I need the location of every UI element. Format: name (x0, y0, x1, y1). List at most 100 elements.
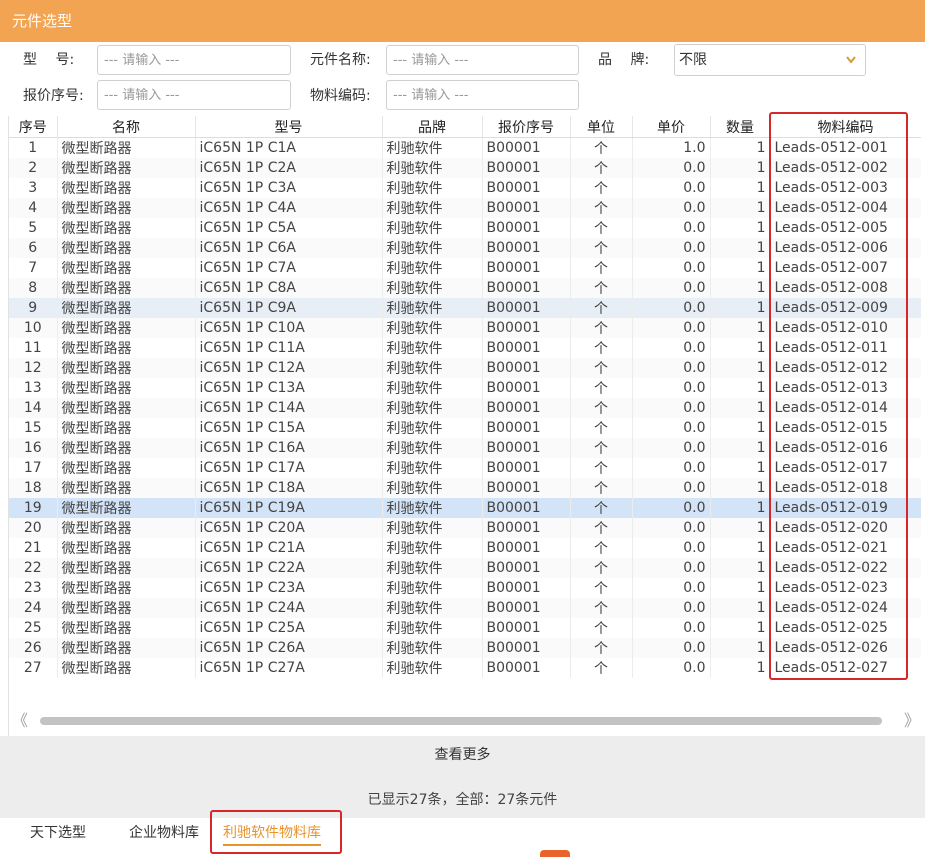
brand-select[interactable]: 不限 (674, 44, 866, 76)
table-row[interactable]: 4 微型断路器 iC65N 1P C4A 利驰软件 B00001 个 0.0 1 Leads-0… (9, 198, 921, 218)
table-row[interactable]: 14 微型断路器 iC65N 1P C14A 利驰软件 B00001 个 0.0 1 Leads… (9, 398, 921, 418)
cell-unit: 个 (570, 578, 633, 598)
tab-enterprise-library[interactable]: 企业物料库 (129, 822, 199, 844)
cell-unit-price: 0.0 (632, 578, 711, 598)
cell-material-code: Leads-0512-004 (770, 198, 921, 218)
cell-index: 1 (9, 137, 58, 158)
scrollbar-thumb[interactable] (40, 717, 882, 725)
cell-unit: 个 (570, 218, 633, 238)
cell-brand: 利驰软件 (382, 198, 483, 218)
table-row[interactable]: 13 微型断路器 iC65N 1P C13A 利驰软件 B00001 个 0.0 1 Leads… (9, 378, 921, 398)
table-row[interactable]: 18 微型断路器 iC65N 1P C18A 利驰软件 B00001 个 0.0 1 Leads… (9, 478, 921, 498)
header-name[interactable]: 名称 (57, 116, 196, 138)
table-row[interactable]: 12 微型断路器 iC65N 1P C12A 利驰软件 B00001 个 0.0 1 Leads… (9, 358, 921, 378)
quote-number-input[interactable] (97, 80, 291, 110)
table-header-row: 序号 名称 型号 品牌 报价序号 单位 单价 数量 物料编码 (9, 116, 921, 138)
table-row[interactable]: 27 微型断路器 iC65N 1P C27A 利驰软件 B00001 个 0.0 1 Leads… (9, 658, 921, 678)
cell-unit: 个 (570, 538, 633, 558)
cell-index: 6 (9, 238, 58, 258)
cell-material-code: Leads-0512-008 (770, 278, 921, 298)
cell-quote-number: B00001 (482, 578, 571, 598)
component-name-input[interactable] (386, 45, 579, 75)
cell-name: 微型断路器 (57, 318, 196, 338)
table-row[interactable]: 26 微型断路器 iC65N 1P C26A 利驰软件 B00001 个 0.0 1 Leads… (9, 638, 921, 658)
table-row[interactable]: 9 微型断路器 iC65N 1P C9A 利驰软件 B00001 个 0.0 1 Leads-0… (9, 298, 921, 318)
table-row[interactable]: 1 微型断路器 iC65N 1P C1A 利驰软件 B00001 个 1.0 1 Leads-0… (9, 137, 921, 158)
header-model[interactable]: 型号 (195, 116, 383, 138)
table-row[interactable]: 17 微型断路器 iC65N 1P C17A 利驰软件 B00001 个 0.0 1 Leads… (9, 458, 921, 478)
cell-model: iC65N 1P C25A (195, 618, 383, 638)
cell-quantity: 1 (710, 438, 771, 458)
cell-brand: 利驰软件 (382, 318, 483, 338)
cell-name: 微型断路器 (57, 298, 196, 318)
table-row[interactable]: 16 微型断路器 iC65N 1P C16A 利驰软件 B00001 个 0.0 1 Leads… (9, 438, 921, 458)
table-row[interactable]: 22 微型断路器 iC65N 1P C22A 利驰软件 B00001 个 0.0 1 Leads… (9, 558, 921, 578)
tab-tianxia-selection[interactable]: 天下选型 (30, 822, 86, 844)
table-row[interactable]: 21 微型断路器 iC65N 1P C21A 利驰软件 B00001 个 0.0 1 Leads… (9, 538, 921, 558)
table-row[interactable]: 6 微型断路器 iC65N 1P C6A 利驰软件 B00001 个 0.0 1 Leads-0… (9, 238, 921, 258)
cell-unit: 个 (570, 278, 633, 298)
cell-unit-price: 0.0 (632, 518, 711, 538)
cell-unit: 个 (570, 558, 633, 578)
cell-model: iC65N 1P C11A (195, 338, 383, 358)
cell-unit: 个 (570, 318, 633, 338)
table-row[interactable]: 20 微型断路器 iC65N 1P C20A 利驰软件 B00001 个 0.0 1 Leads… (9, 518, 921, 538)
chevron-down-icon (845, 45, 857, 86)
header-brand[interactable]: 品牌 (382, 116, 483, 138)
scroll-right-icon[interactable]: 》 (904, 710, 920, 732)
cell-name: 微型断路器 (57, 458, 196, 478)
table-row[interactable]: 23 微型断路器 iC65N 1P C23A 利驰软件 B00001 个 0.0 1 Leads… (9, 578, 921, 598)
cell-model: iC65N 1P C7A (195, 258, 383, 278)
header-material-code[interactable]: 物料编码 (770, 116, 921, 138)
cell-quantity: 1 (710, 358, 771, 378)
model-input[interactable] (97, 45, 291, 75)
cell-quantity: 1 (710, 478, 771, 498)
table-row[interactable]: 3 微型断路器 iC65N 1P C3A 利驰软件 B00001 个 0.0 1 Leads-0… (9, 178, 921, 198)
cell-unit-price: 0.0 (632, 198, 711, 218)
cell-quote-number: B00001 (482, 318, 571, 338)
table-row[interactable]: 5 微型断路器 iC65N 1P C5A 利驰软件 B00001 个 0.0 1 Leads-0… (9, 218, 921, 238)
table-row[interactable]: 8 微型断路器 iC65N 1P C8A 利驰软件 B00001 个 0.0 1 Leads-0… (9, 278, 921, 298)
table-row[interactable]: 19 微型断路器 iC65N 1P C19A 利驰软件 B00001 个 0.0 1 Leads… (9, 498, 921, 518)
view-more-button[interactable]: 查看更多 (0, 744, 925, 766)
table-row[interactable]: 15 微型断路器 iC65N 1P C15A 利驰软件 B00001 个 0.0 1 Leads… (9, 418, 921, 438)
cell-quantity: 1 (710, 218, 771, 238)
table-row[interactable]: 7 微型断路器 iC65N 1P C7A 利驰软件 B00001 个 0.0 1 Leads-0… (9, 258, 921, 278)
horizontal-scrollbar[interactable]: 《 》 (8, 710, 920, 732)
cell-name: 微型断路器 (57, 198, 196, 218)
table-row[interactable]: 24 微型断路器 iC65N 1P C24A 利驰软件 B00001 个 0.0 1 Leads… (9, 598, 921, 618)
cell-unit: 个 (570, 618, 633, 638)
cell-name: 微型断路器 (57, 498, 196, 518)
cell-brand: 利驰软件 (382, 618, 483, 638)
cell-quantity: 1 (710, 298, 771, 318)
cell-index: 26 (9, 638, 58, 658)
cell-unit-price: 0.0 (632, 358, 711, 378)
table-row[interactable]: 2 微型断路器 iC65N 1P C2A 利驰软件 B00001 个 0.0 1 Leads-0… (9, 158, 921, 178)
table-row[interactable]: 11 微型断路器 iC65N 1P C11A 利驰软件 B00001 个 0.0 1 Leads… (9, 338, 921, 358)
material-code-input[interactable] (386, 80, 579, 110)
cell-name: 微型断路器 (57, 218, 196, 238)
cell-index: 3 (9, 178, 58, 198)
header-index[interactable]: 序号 (9, 116, 58, 138)
cell-material-code: Leads-0512-020 (770, 518, 921, 538)
footer-panel: 查看更多 已显示27条，全部：27条元件 (0, 736, 925, 818)
cell-name: 微型断路器 (57, 338, 196, 358)
tab-lichi-library[interactable]: 利驰软件物料库 (223, 822, 321, 846)
header-unit[interactable]: 单位 (570, 116, 633, 138)
cell-material-code: Leads-0512-025 (770, 618, 921, 638)
table-row[interactable]: 25 微型断路器 iC65N 1P C25A 利驰软件 B00001 个 0.0 1 Leads… (9, 618, 921, 638)
material-code-label: 物料编码: (310, 88, 371, 104)
cell-name: 微型断路器 (57, 278, 196, 298)
cell-quantity: 1 (710, 558, 771, 578)
cell-quote-number: B00001 (482, 598, 571, 618)
header-quantity[interactable]: 数量 (710, 116, 771, 138)
table-row[interactable]: 10 微型断路器 iC65N 1P C10A 利驰软件 B00001 个 0.0 1 Leads… (9, 318, 921, 338)
cell-unit-price: 0.0 (632, 218, 711, 238)
header-quote-number[interactable]: 报价序号 (482, 116, 571, 138)
scroll-left-icon[interactable]: 《 (12, 710, 28, 732)
cell-index: 8 (9, 278, 58, 298)
cell-name: 微型断路器 (57, 438, 196, 458)
header-unit-price[interactable]: 单价 (632, 116, 711, 138)
cell-quote-number: B00001 (482, 418, 571, 438)
quote-number-label: 报价序号: (23, 88, 84, 104)
